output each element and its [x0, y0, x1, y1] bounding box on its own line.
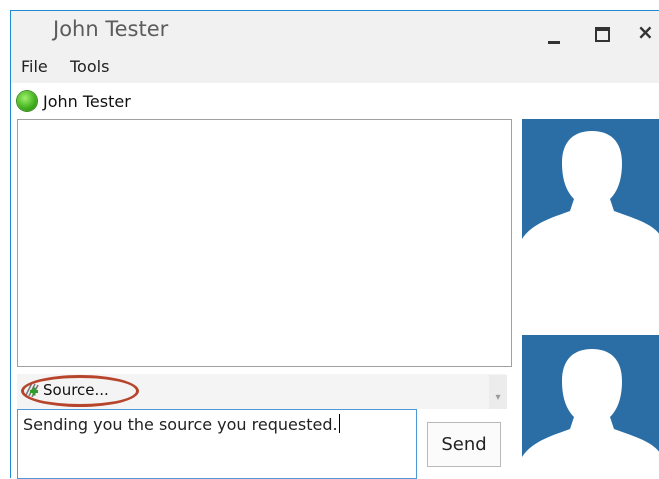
conversation-history[interactable]	[17, 119, 512, 367]
online-status-icon	[17, 91, 37, 111]
attachment-chip[interactable]: Source...	[23, 380, 109, 400]
remote-avatar	[522, 119, 659, 249]
minimize-icon[interactable]	[541, 19, 571, 47]
message-text: Sending you the source you requested.	[23, 415, 338, 434]
attach-file-icon	[23, 380, 43, 400]
maximize-icon[interactable]	[589, 19, 619, 47]
text-caret	[338, 414, 340, 433]
send-button[interactable]: Send	[427, 422, 501, 467]
attachment-label: Source...	[43, 381, 109, 399]
chat-window: John Tester × File Tools John Tester ▾ S…	[10, 10, 659, 479]
contact-name: John Tester	[43, 92, 131, 111]
person-silhouette-icon	[522, 349, 659, 469]
menu-tools[interactable]: Tools	[70, 57, 109, 76]
self-avatar	[522, 335, 659, 469]
person-silhouette-icon	[522, 131, 659, 249]
window-title: John Tester	[53, 17, 169, 41]
close-icon[interactable]: ×	[637, 19, 659, 47]
menu-file[interactable]: File	[21, 57, 48, 76]
title-bar: John Tester × File Tools	[11, 11, 659, 83]
message-input[interactable]: Sending you the source you requested.	[17, 409, 417, 479]
toolbar-scroll-icon[interactable]: ▾	[489, 375, 507, 409]
